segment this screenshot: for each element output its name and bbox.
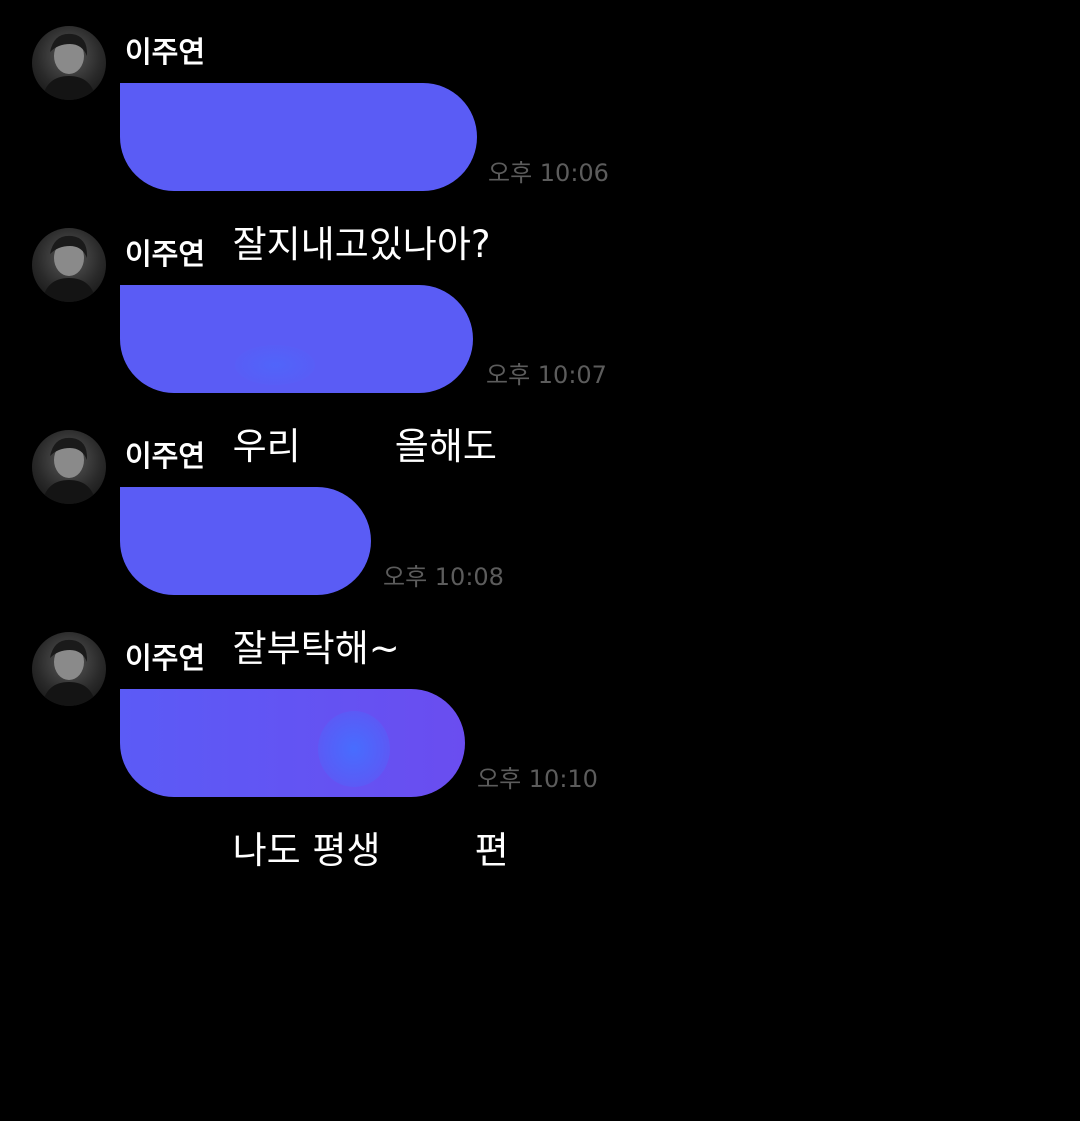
redaction-smudge: [235, 345, 315, 385]
profile-photo-icon: [42, 437, 96, 504]
avatar[interactable]: [32, 26, 106, 100]
message-text: 나도 평생 편: [232, 829, 509, 872]
message-item: 이주연 나도 평생 편 오후 10:10: [0, 632, 1080, 872]
sender-name: 이주연: [125, 439, 206, 473]
avatar[interactable]: [32, 632, 106, 706]
message-item: 이주연 잘지내고있나아? 오후 10:06: [0, 26, 1080, 266]
sender-name: 이주연: [125, 237, 206, 271]
message-time: 오후 10:10: [477, 765, 598, 793]
message-bubble[interactable]: 나도 평생 편: [120, 689, 509, 872]
sender-name: 이주연: [125, 35, 206, 69]
message-bubble[interactable]: 잘부탁해~: [120, 487, 400, 670]
message-bubble[interactable]: 우리 올해도: [120, 285, 497, 468]
profile-photo-icon: [42, 235, 96, 302]
message-bubble[interactable]: 잘지내고있나아?: [120, 83, 491, 266]
message-time: 오후 10:08: [383, 563, 504, 591]
message-item: 이주연 우리 올해도 오후 10:07: [0, 228, 1080, 468]
message-time: 오후 10:06: [488, 159, 609, 187]
profile-photo-icon: [42, 639, 96, 706]
message-time: 오후 10:07: [486, 361, 607, 389]
profile-photo-icon: [42, 33, 96, 100]
sender-name: 이주연: [125, 641, 206, 675]
avatar[interactable]: [32, 228, 106, 302]
avatar[interactable]: [32, 430, 106, 504]
message-item: 이주연 잘부탁해~ 오후 10:08: [0, 430, 1080, 670]
redaction-smudge: [318, 711, 390, 787]
